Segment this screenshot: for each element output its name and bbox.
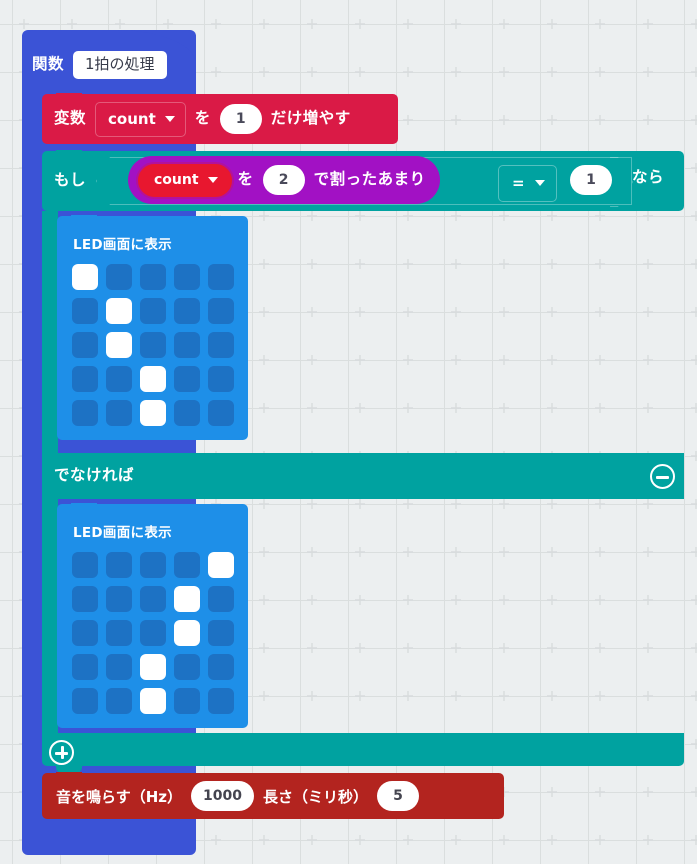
led-cell-r5-c2[interactable]	[106, 400, 132, 426]
change-variable-block[interactable]: 変数 count を 1 だけ増やす	[42, 93, 398, 144]
led-cell-r3-c1[interactable]	[72, 620, 98, 646]
comparison-operator-label: =	[512, 174, 525, 192]
variable-name-dropdown[interactable]: count	[95, 101, 186, 137]
led-cell-r3-c3[interactable]	[140, 620, 166, 646]
led-cell-r3-c3[interactable]	[140, 332, 166, 358]
chevron-down-icon	[164, 115, 175, 122]
show-leds-block-2[interactable]: LED画面に表示	[57, 503, 248, 728]
tone-duration-label: 長さ（ミリ秒）	[262, 787, 368, 806]
if-keyword-label: もし	[54, 171, 87, 190]
led-cell-r4-c4[interactable]	[174, 366, 200, 392]
led-cell-r4-c3[interactable]	[140, 366, 166, 392]
variable-particle-label: を	[194, 109, 211, 128]
variable-name-label: count	[108, 109, 156, 128]
modulo-suffix-label: で割ったあまり	[313, 170, 426, 189]
led-cell-r3-c1[interactable]	[72, 332, 98, 358]
tone-duration-field[interactable]: 5	[376, 781, 419, 811]
variable-keyword-label: 変数	[54, 109, 87, 128]
led-cell-r4-c5[interactable]	[208, 366, 234, 392]
tone-frequency-label: 音を鳴らす（Hz）	[56, 787, 182, 806]
comparison-value-field[interactable]: 1	[570, 165, 612, 195]
led-cell-r2-c5[interactable]	[208, 586, 234, 612]
led-cell-r5-c3[interactable]	[140, 400, 166, 426]
block-notch	[56, 772, 82, 779]
led-cell-r3-c2[interactable]	[106, 332, 132, 358]
led-cell-r1-c5[interactable]	[208, 552, 234, 578]
modulo-divisor-field[interactable]: 2	[262, 165, 305, 195]
led-cell-r5-c5[interactable]	[208, 400, 234, 426]
led-cell-r2-c4[interactable]	[174, 298, 200, 324]
led-cell-r2-c2[interactable]	[106, 586, 132, 612]
plus-circle-icon[interactable]	[49, 740, 74, 765]
led-cell-r3-c5[interactable]	[208, 332, 234, 358]
variable-suffix-label: だけ増やす	[270, 109, 351, 128]
led-cell-r3-c4[interactable]	[174, 620, 200, 646]
led-cell-r4-c2[interactable]	[106, 366, 132, 392]
chevron-down-icon	[534, 180, 545, 186]
led-cell-r5-c3[interactable]	[140, 688, 166, 714]
led-cell-r1-c4[interactable]	[174, 264, 200, 290]
led-cell-r3-c4[interactable]	[174, 332, 200, 358]
led-cell-r4-c1[interactable]	[72, 654, 98, 680]
led-cell-r2-c5[interactable]	[208, 298, 234, 324]
led-cell-r4-c3[interactable]	[140, 654, 166, 680]
led-cell-r5-c4[interactable]	[174, 400, 200, 426]
led-cell-r4-c4[interactable]	[174, 654, 200, 680]
then-keyword-label: なら	[632, 168, 665, 186]
blocks-workspace[interactable]: 関数 1拍の処理 変数 count を 1 だけ増やす もし count を 2…	[0, 0, 697, 864]
led-cell-r5-c1[interactable]	[72, 400, 98, 426]
led-matrix-2[interactable]	[72, 552, 234, 714]
led-cell-r2-c1[interactable]	[72, 298, 98, 324]
modulo-particle-label: を	[237, 170, 254, 189]
led-cell-r5-c4[interactable]	[174, 688, 200, 714]
led-cell-r3-c5[interactable]	[208, 620, 234, 646]
led-cell-r1-c4[interactable]	[174, 552, 200, 578]
led-cell-r2-c2[interactable]	[106, 298, 132, 324]
count-variable-label: count	[154, 171, 199, 188]
led-cell-r5-c1[interactable]	[72, 688, 98, 714]
led-cell-r4-c2[interactable]	[106, 654, 132, 680]
function-name-field[interactable]: 1拍の処理	[73, 51, 167, 79]
led-cell-r1-c1[interactable]	[72, 552, 98, 578]
led-cell-r1-c3[interactable]	[140, 552, 166, 578]
chevron-down-icon	[207, 176, 218, 183]
block-notch	[71, 215, 97, 222]
function-keyword-label: 関数	[32, 55, 65, 74]
modulo-expression-block[interactable]: count を 2 で割ったあまり	[128, 156, 440, 204]
else-branch-spine	[42, 499, 58, 741]
led-cell-r4-c1[interactable]	[72, 366, 98, 392]
if-branch-spine	[42, 211, 58, 453]
led-cell-r2-c3[interactable]	[140, 298, 166, 324]
led-cell-r1-c3[interactable]	[140, 264, 166, 290]
show-leds-title-2: LED画面に表示	[73, 525, 172, 541]
minus-circle-icon[interactable]	[650, 464, 675, 489]
play-tone-block[interactable]: 音を鳴らす（Hz） 1000 長さ（ミリ秒） 5	[42, 772, 504, 819]
block-notch	[56, 93, 82, 100]
tone-frequency-field[interactable]: 1000	[191, 781, 254, 811]
if-block-foot	[42, 733, 684, 766]
block-notch	[71, 503, 97, 510]
show-leds-title-1: LED画面に表示	[73, 237, 172, 253]
variable-amount-field[interactable]: 1	[219, 104, 262, 134]
else-bar[interactable]: でなければ	[42, 453, 684, 499]
show-leds-block-1[interactable]: LED画面に表示	[57, 215, 248, 440]
led-cell-r4-c5[interactable]	[208, 654, 234, 680]
led-cell-r3-c2[interactable]	[106, 620, 132, 646]
function-header[interactable]: 関数 1拍の処理	[22, 42, 196, 88]
led-cell-r5-c5[interactable]	[208, 688, 234, 714]
led-cell-r1-c1[interactable]	[72, 264, 98, 290]
else-keyword-label: でなければ	[54, 466, 135, 485]
led-cell-r1-c2[interactable]	[106, 552, 132, 578]
led-cell-r1-c2[interactable]	[106, 264, 132, 290]
led-cell-r2-c1[interactable]	[72, 586, 98, 612]
led-cell-r2-c4[interactable]	[174, 586, 200, 612]
led-matrix-1[interactable]	[72, 264, 234, 426]
led-cell-r1-c5[interactable]	[208, 264, 234, 290]
count-variable-dropdown[interactable]: count	[136, 161, 234, 199]
led-cell-r5-c2[interactable]	[106, 688, 132, 714]
led-cell-r2-c3[interactable]	[140, 586, 166, 612]
comparison-operator-dropdown[interactable]: =	[498, 165, 557, 202]
